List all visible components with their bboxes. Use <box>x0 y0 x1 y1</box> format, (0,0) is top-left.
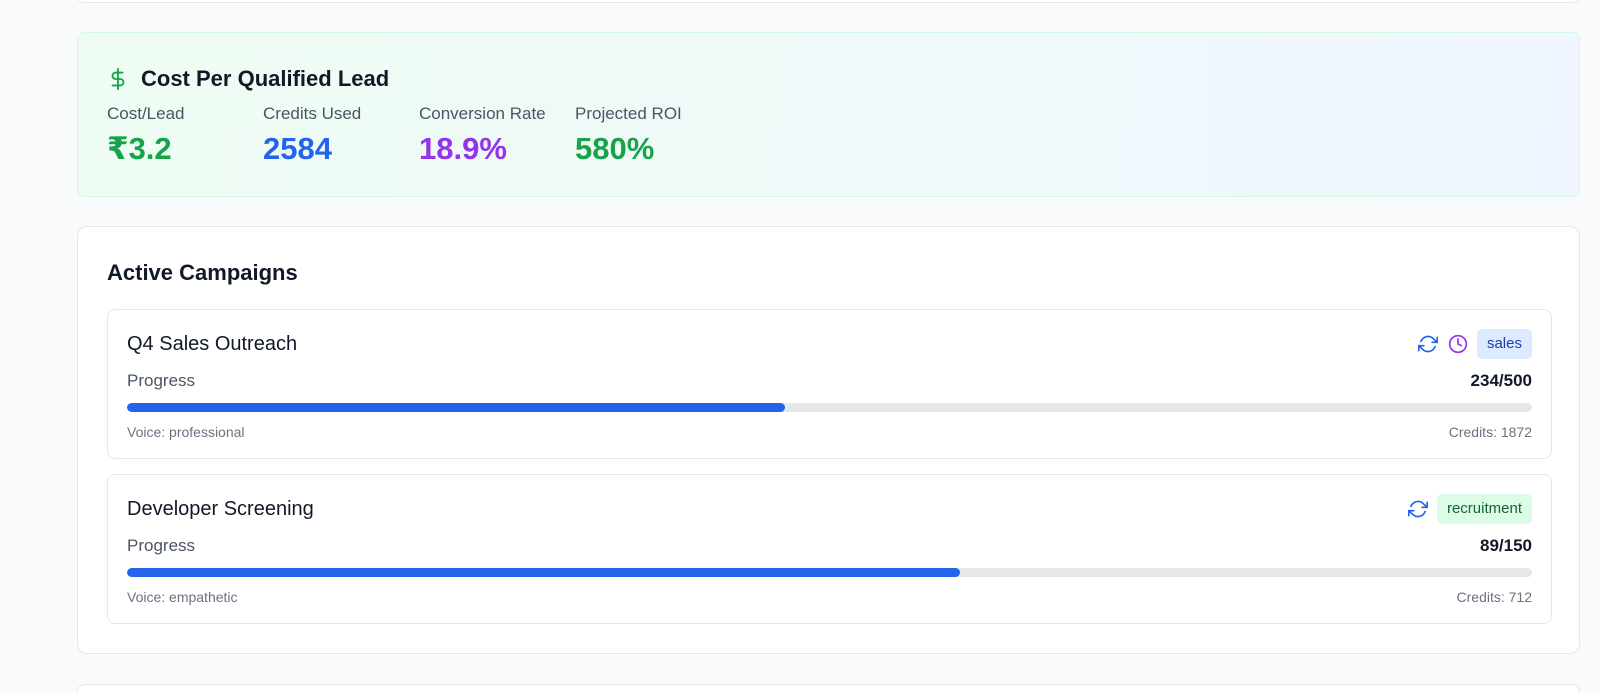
progress-label: Progress <box>127 536 196 555</box>
clock-icon[interactable] <box>1447 333 1469 355</box>
campaign-voice: Voice: professional <box>127 424 245 440</box>
campaign-card-developer-screening[interactable]: Developer Screening recruitment Progress… <box>107 474 1552 624</box>
active-campaigns-card: Active Campaigns Q4 Sales Outreach sales… <box>77 226 1580 654</box>
campaign-name: Developer Screening <box>127 497 314 520</box>
refresh-icon[interactable] <box>1417 333 1439 355</box>
cost-card-title: Cost Per Qualified Lead <box>141 66 390 91</box>
metric-cost-per-lead: Cost/Lead ₹3.2 <box>107 103 263 170</box>
active-campaigns-title: Active Campaigns <box>107 260 298 285</box>
progress-row: Progress 89/150 <box>127 533 1532 559</box>
metric-credits-used: Credits Used 2584 <box>263 103 419 170</box>
page: Cost Per Qualified Lead Cost/Lead ₹3.2 C… <box>0 0 1600 693</box>
campaign-actions: recruitment <box>1399 494 1532 524</box>
campaign-footer: Voice: empathetic Credits: 712 <box>127 589 1532 605</box>
campaign-voice: Voice: empathetic <box>127 589 238 605</box>
campaign-credits: Credits: 712 <box>1456 589 1532 605</box>
campaign-card-q4-sales-outreach[interactable]: Q4 Sales Outreach sales Progress 234/500… <box>107 309 1552 459</box>
progress-bar-fill <box>127 403 785 412</box>
metric-value: 18.9% <box>419 131 507 166</box>
metrics-row: Cost/Lead ₹3.2 Credits Used 2584 Convers… <box>107 103 1550 170</box>
campaign-header: Q4 Sales Outreach sales <box>127 328 1532 360</box>
metric-projected-roi: Projected ROI 580% <box>575 103 731 170</box>
campaign-tag-badge: recruitment <box>1436 494 1532 524</box>
campaign-header: Developer Screening recruitment <box>127 493 1532 525</box>
cost-per-lead-card: Cost Per Qualified Lead Cost/Lead ₹3.2 C… <box>77 32 1580 197</box>
metric-value: 580% <box>575 131 655 166</box>
campaign-tag-badge: sales <box>1476 329 1532 359</box>
metric-label: Projected ROI <box>575 104 682 123</box>
refresh-icon[interactable] <box>1407 498 1429 520</box>
metric-label: Conversion Rate <box>419 104 546 123</box>
progress-bar-fill <box>127 568 961 577</box>
metric-value: 2584 <box>263 131 332 166</box>
progress-count: 89/150 <box>1480 536 1532 555</box>
campaign-name: Q4 Sales Outreach <box>127 332 298 355</box>
campaign-footer: Voice: professional Credits: 1872 <box>127 424 1532 440</box>
next-card <box>77 684 1580 693</box>
campaign-actions: sales <box>1409 329 1532 359</box>
previous-card <box>77 0 1580 3</box>
dollar-icon <box>107 66 129 92</box>
metric-conversion-rate: Conversion Rate 18.9% <box>419 103 575 170</box>
progress-bar <box>127 403 1532 412</box>
metric-value: ₹3.2 <box>107 131 172 166</box>
metric-label: Cost/Lead <box>107 104 185 123</box>
metric-label: Credits Used <box>263 104 362 123</box>
campaign-credits: Credits: 1872 <box>1448 424 1532 440</box>
progress-label: Progress <box>127 371 196 390</box>
progress-count: 234/500 <box>1470 371 1532 390</box>
progress-bar <box>127 568 1532 577</box>
progress-row: Progress 234/500 <box>127 368 1532 394</box>
cost-card-header: Cost Per Qualified Lead <box>107 63 1550 95</box>
